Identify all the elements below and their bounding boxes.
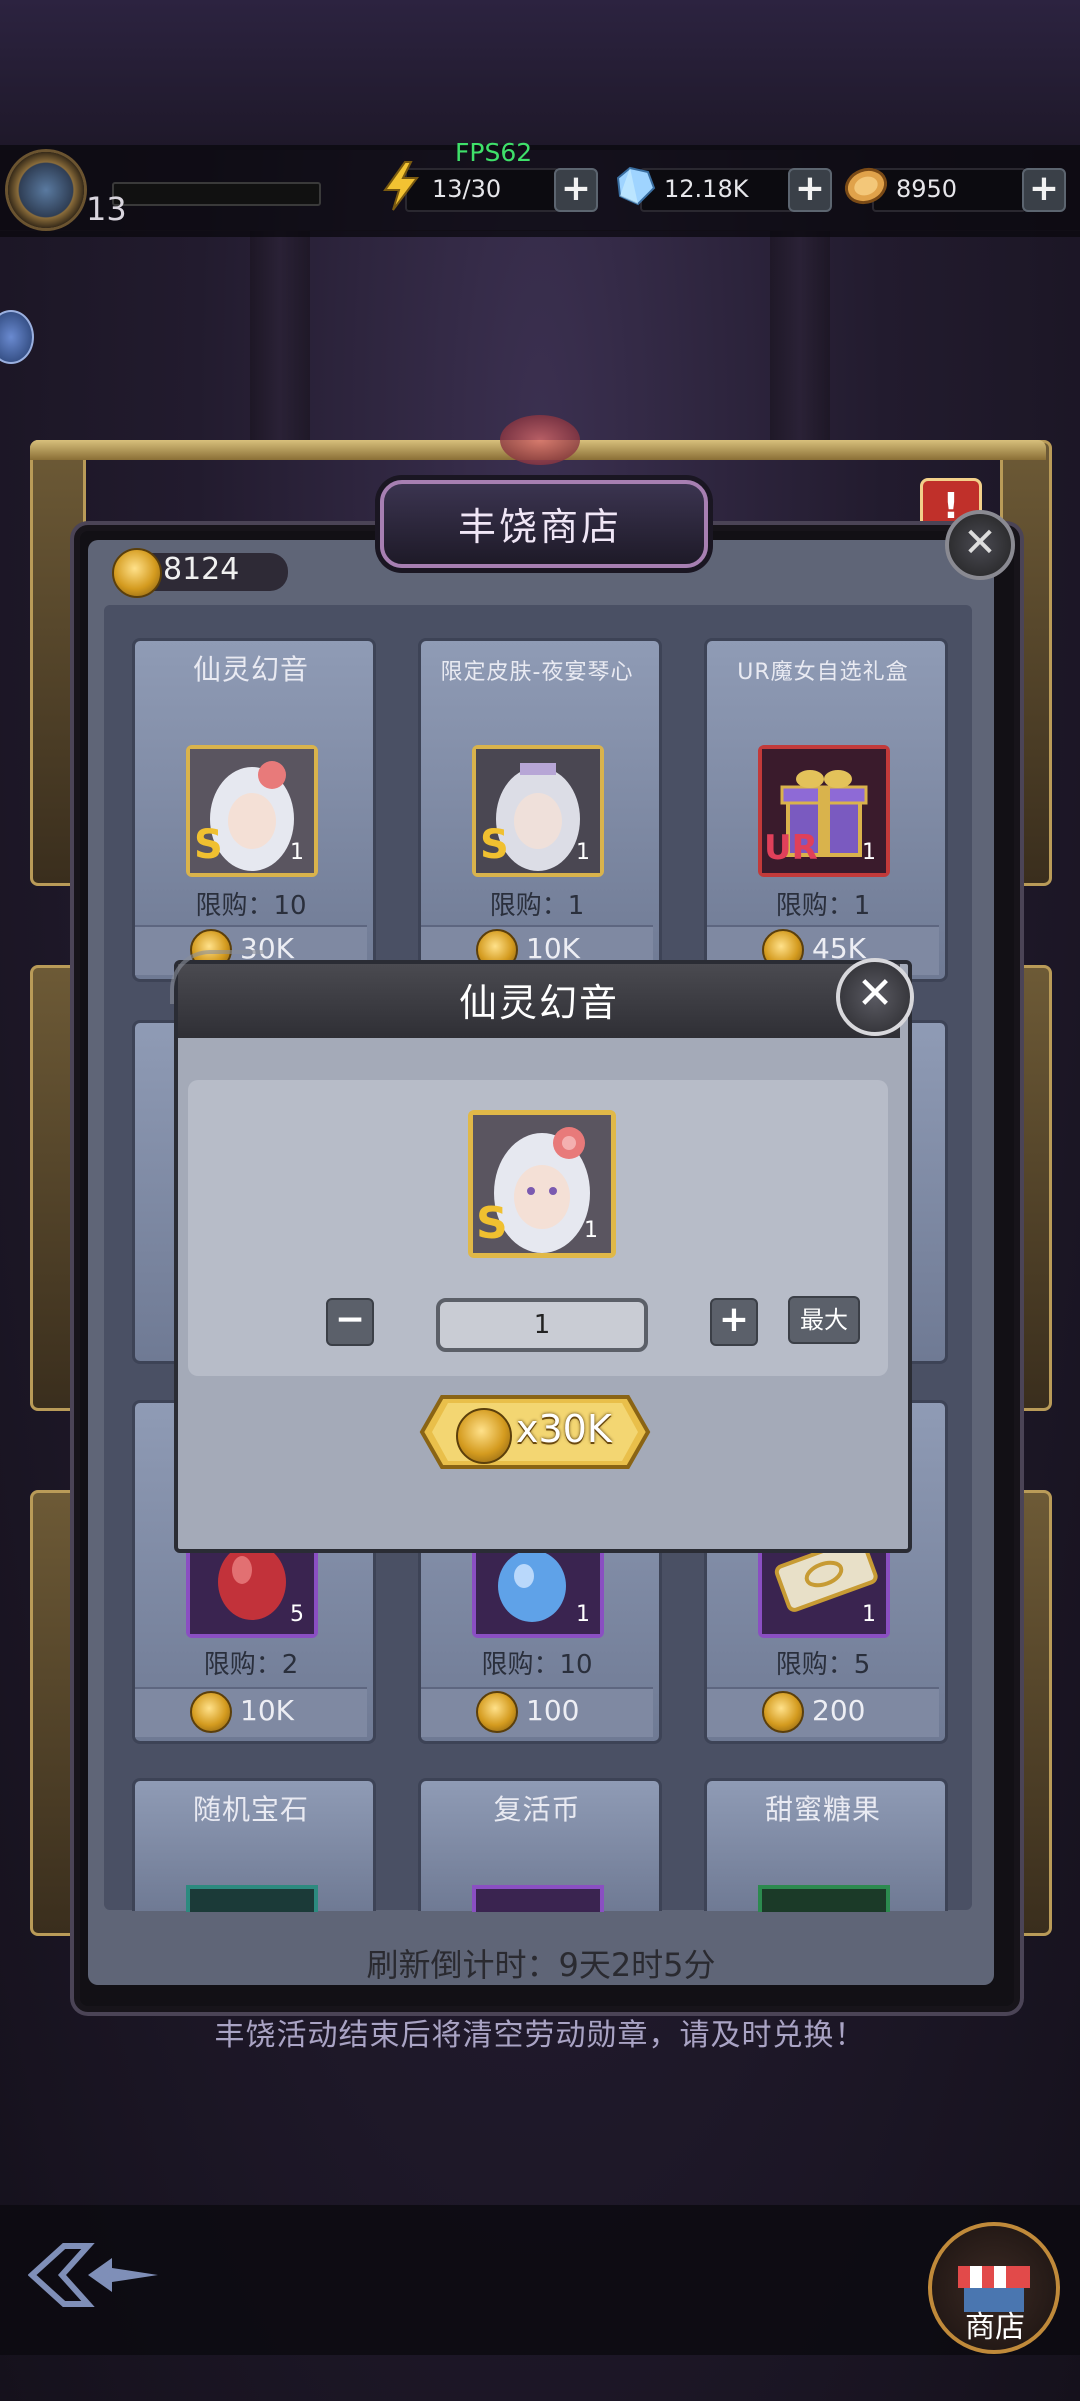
purchase-limit: 限购：1: [489, 891, 585, 921]
decrease-quantity-button[interactable]: −: [326, 1298, 374, 1346]
purchase-limit: 限购：1: [775, 891, 871, 921]
gold-value: 8950: [896, 175, 958, 203]
shop-item-name: 限定皮肤-夜宴琴心: [440, 660, 634, 685]
player-level: 13: [86, 190, 127, 228]
item-quantity: 1: [576, 840, 590, 865]
shop-item-name: 复活币: [493, 1793, 581, 1826]
labor-medal-icon: [112, 548, 162, 598]
castle-backdrop: [0, 0, 1080, 150]
diamond-icon: [616, 166, 656, 206]
item-price: 100: [526, 1694, 580, 1727]
labor-medal-icon: [190, 1691, 232, 1733]
labor-medal-icon: [456, 1408, 512, 1464]
purchase-limit: 限购：2: [203, 1650, 299, 1680]
shop-item-name: UR魔女自选礼盒: [737, 660, 909, 685]
item-quantity: 1: [584, 1218, 598, 1243]
grade-badge: UR: [764, 828, 818, 868]
purchase-limit: 限购：10: [195, 891, 307, 921]
store-label: 商店: [965, 2310, 1025, 2345]
item-quantity: 1: [576, 1602, 590, 1627]
dialog-close-button[interactable]: ✕: [836, 958, 914, 1036]
max-quantity-button[interactable]: 最大: [788, 1296, 860, 1344]
item-thumbnail: [472, 1885, 604, 1912]
shop-item-name: 甜蜜糖果: [764, 1793, 881, 1826]
quantity-input[interactable]: 1: [436, 1298, 648, 1352]
dialog-title: 仙灵幻音: [458, 981, 619, 1025]
increase-quantity-button[interactable]: +: [710, 1298, 758, 1346]
item-quantity: 1: [862, 840, 876, 865]
buy-price: x30K: [516, 1407, 612, 1451]
item-thumbnail: [758, 1885, 890, 1912]
back-arrow-icon[interactable]: [28, 2240, 168, 2310]
diamond-value: 12.18K: [664, 175, 749, 203]
grade-badge: S: [194, 822, 223, 868]
item-quantity: 1: [862, 1602, 876, 1627]
backdrop-pillar: [770, 230, 830, 450]
event-warning-text: 丰饶活动结束后将清空劳动勋章，请及时兑换！: [214, 2018, 866, 2053]
medal-count: 8124: [163, 552, 240, 587]
refresh-countdown: 刷新倒计时：9天2时5分: [366, 1946, 716, 1984]
lightning-icon: [383, 161, 419, 211]
flower-ornament-icon: [500, 415, 580, 465]
gold-coin-icon: [844, 167, 888, 205]
add-stamina-button[interactable]: +: [554, 168, 598, 212]
backdrop-pillar: [250, 230, 310, 450]
stamina-value: 13/30: [432, 175, 502, 203]
shop-item-name: 仙灵幻音: [192, 653, 309, 686]
labor-medal-icon: [476, 1691, 518, 1733]
item-quantity: 1: [290, 840, 304, 865]
add-diamond-button[interactable]: +: [788, 168, 832, 212]
grade-badge: S: [480, 822, 509, 868]
add-gold-button[interactable]: +: [1022, 168, 1066, 212]
shop-item-name: 随机宝石: [192, 1793, 309, 1826]
shop-title: 丰饶商店: [457, 505, 622, 549]
item-price: 10K: [240, 1694, 294, 1727]
item-price: 200: [812, 1694, 866, 1727]
experience-bar: [112, 182, 321, 206]
item-quantity: 5: [290, 1602, 304, 1627]
purchase-limit: 限购：5: [775, 1650, 871, 1680]
shop-close-button[interactable]: ✕: [945, 510, 1015, 580]
grade-badge: S: [476, 1198, 508, 1249]
fps-counter: FPS62: [455, 138, 533, 167]
labor-medal-icon: [762, 1691, 804, 1733]
purchase-limit: 限购：10: [481, 1650, 593, 1680]
item-thumbnail: [186, 1885, 318, 1912]
player-level-emblem-icon[interactable]: [8, 152, 84, 228]
